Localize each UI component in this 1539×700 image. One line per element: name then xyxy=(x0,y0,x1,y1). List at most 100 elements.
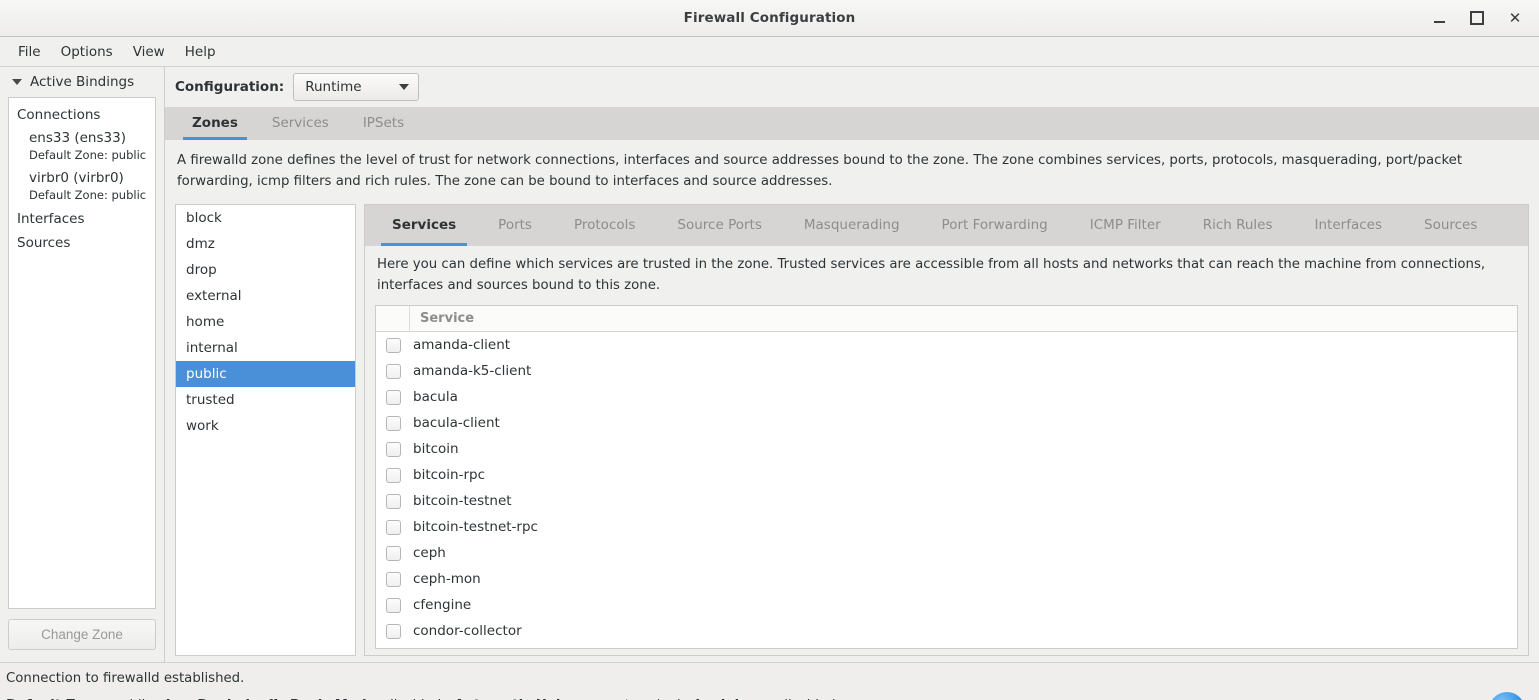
active-bindings-label: Active Bindings xyxy=(30,74,135,90)
active-bindings-header[interactable]: Active Bindings xyxy=(0,67,164,97)
content-pane: Configuration: Runtime Zones Services IP… xyxy=(165,67,1539,662)
bindings-group-connections[interactable]: Connections xyxy=(9,103,155,127)
close-icon[interactable]: ✕ xyxy=(1507,10,1523,26)
table-row[interactable]: cfengine xyxy=(376,592,1517,618)
zone-item-dmz[interactable]: dmz xyxy=(176,231,355,257)
zone-item-trusted[interactable]: trusted xyxy=(176,387,355,413)
inner-tab-sources[interactable]: Sources xyxy=(1403,205,1498,246)
inner-tab-masquerading[interactable]: Masquerading xyxy=(783,205,921,246)
inner-tab-source-ports[interactable]: Source Ports xyxy=(656,205,782,246)
zone-item-work[interactable]: work xyxy=(176,413,355,439)
service-name: amanda-k5-client xyxy=(413,363,532,379)
tab-zones[interactable]: Zones xyxy=(175,107,255,140)
connection-zone: Default Zone: public xyxy=(29,148,147,162)
inner-tab-interfaces[interactable]: Interfaces xyxy=(1294,205,1403,246)
main-split: Active Bindings Connections ens33 (ens33… xyxy=(0,67,1539,662)
zone-item-home[interactable]: home xyxy=(176,309,355,335)
connection-name: virbr0 (virbr0) xyxy=(29,170,124,186)
connection-item[interactable]: virbr0 (virbr0) Default Zone: public xyxy=(9,167,155,207)
table-row[interactable]: amanda-k5-client xyxy=(376,358,1517,384)
service-name: bitcoin-testnet-rpc xyxy=(413,519,538,535)
window-title: Firewall Configuration xyxy=(683,10,856,26)
table-row[interactable]: bacula-client xyxy=(376,410,1517,436)
services-tab-page: Here you can define which services are t… xyxy=(365,246,1528,655)
services-table: Service amanda-client amanda-k5-client b… xyxy=(375,305,1518,649)
tab-ipsets[interactable]: IPSets xyxy=(346,107,421,140)
bindings-list[interactable]: Connections ens33 (ens33) Default Zone: … xyxy=(8,97,156,609)
connection-item[interactable]: ens33 (ens33) Default Zone: public xyxy=(9,127,155,167)
service-checkbox[interactable] xyxy=(385,337,401,353)
service-name: bitcoin-testnet xyxy=(413,493,512,509)
service-checkbox[interactable] xyxy=(385,519,401,535)
table-row[interactable]: bacula xyxy=(376,384,1517,410)
service-checkbox[interactable] xyxy=(385,571,401,587)
table-row[interactable]: ceph xyxy=(376,540,1517,566)
inner-tab-rich-rules[interactable]: Rich Rules xyxy=(1182,205,1294,246)
bindings-group-interfaces[interactable]: Interfaces xyxy=(9,207,155,231)
table-row[interactable]: amanda-client xyxy=(376,332,1517,358)
service-checkbox[interactable] xyxy=(385,623,401,639)
connection-status-message: Connection to firewalld established. xyxy=(6,671,245,686)
outer-tabstrip: Zones Services IPSets xyxy=(165,107,1539,140)
service-name: bacula xyxy=(413,389,458,405)
menu-view[interactable]: View xyxy=(123,40,175,64)
table-row[interactable]: ceph-mon xyxy=(376,566,1517,592)
row-checkbox-cell xyxy=(376,623,410,639)
zones-tab-page: A firewalld zone defines the level of tr… xyxy=(165,140,1539,662)
zone-item-block[interactable]: block xyxy=(176,205,355,231)
service-checkbox[interactable] xyxy=(385,493,401,509)
menu-help[interactable]: Help xyxy=(175,40,226,64)
inner-notebook: Services Ports Protocols Source Ports Ma… xyxy=(364,204,1529,656)
minimize-icon[interactable] xyxy=(1431,10,1447,26)
row-checkbox-cell xyxy=(376,571,410,587)
table-row[interactable]: bitcoin-rpc xyxy=(376,462,1517,488)
configuration-select[interactable]: Runtime xyxy=(293,73,420,101)
row-checkbox-cell xyxy=(376,493,410,509)
service-name: cfengine xyxy=(413,597,472,613)
service-checkbox[interactable] xyxy=(385,441,401,457)
inner-tab-protocols[interactable]: Protocols xyxy=(553,205,656,246)
service-name: condor-collector xyxy=(413,623,522,639)
chevron-down-icon xyxy=(399,84,410,90)
outer-notebook: Zones Services IPSets A firewalld zone d… xyxy=(165,107,1539,662)
inner-tab-services[interactable]: Services xyxy=(371,205,477,246)
column-service[interactable]: Service xyxy=(410,306,1517,331)
zone-item-internal[interactable]: internal xyxy=(176,335,355,361)
menu-file[interactable]: File xyxy=(8,40,51,64)
inner-tab-port-forwarding[interactable]: Port Forwarding xyxy=(921,205,1069,246)
inner-tab-ports[interactable]: Ports xyxy=(477,205,553,246)
change-zone-button[interactable]: Change Zone xyxy=(8,619,156,650)
table-row[interactable]: bitcoin-testnet-rpc xyxy=(376,514,1517,540)
table-row[interactable]: condor-collector xyxy=(376,618,1517,644)
zone-list[interactable]: block dmz drop external home internal pu… xyxy=(175,204,356,656)
tab-services[interactable]: Services xyxy=(255,107,346,140)
menu-bar: File Options View Help xyxy=(0,37,1539,67)
zone-item-public[interactable]: public xyxy=(176,361,355,387)
table-row[interactable]: bitcoin-testnet xyxy=(376,488,1517,514)
bindings-group-sources[interactable]: Sources xyxy=(9,231,155,255)
configuration-row: Configuration: Runtime xyxy=(165,67,1539,107)
table-row[interactable]: bitcoin xyxy=(376,436,1517,462)
service-name: ceph-mon xyxy=(413,571,481,587)
maximize-icon[interactable] xyxy=(1469,10,1485,26)
service-checkbox[interactable] xyxy=(385,363,401,379)
service-checkbox[interactable] xyxy=(385,467,401,483)
service-checkbox[interactable] xyxy=(385,597,401,613)
row-checkbox-cell xyxy=(376,545,410,561)
inner-tab-icmp-filter[interactable]: ICMP Filter xyxy=(1069,205,1182,246)
service-checkbox[interactable] xyxy=(385,545,401,561)
services-table-body[interactable]: amanda-client amanda-k5-client bacula ba… xyxy=(376,332,1517,648)
services-description: Here you can define which services are t… xyxy=(377,257,1486,293)
service-name: bitcoin xyxy=(413,441,459,457)
service-name: ceph xyxy=(413,545,446,561)
change-zone-wrap: Change Zone xyxy=(0,609,164,662)
service-checkbox[interactable] xyxy=(385,415,401,431)
row-checkbox-cell xyxy=(376,519,410,535)
service-checkbox[interactable] xyxy=(385,389,401,405)
service-name: amanda-client xyxy=(413,337,511,353)
column-checkbox xyxy=(376,306,410,331)
zone-item-drop[interactable]: drop xyxy=(176,257,355,283)
zone-item-external[interactable]: external xyxy=(176,283,355,309)
row-checkbox-cell xyxy=(376,597,410,613)
menu-options[interactable]: Options xyxy=(51,40,123,64)
